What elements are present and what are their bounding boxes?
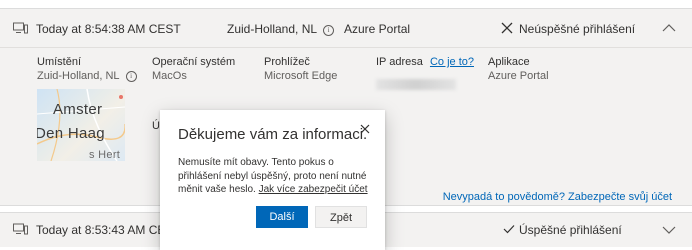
activity-status: Neúspěšné přihlášení <box>519 22 636 36</box>
back-button[interactable]: Zpět <box>315 206 367 228</box>
activity-app: Azure Portal <box>344 22 411 36</box>
dialog-title: Děkujeme vám za informaci. <box>178 126 368 143</box>
info-icon[interactable]: i <box>125 71 137 82</box>
ip-label: IP adresa Co je to? <box>376 56 474 68</box>
os-value: MacOs <box>152 70 187 82</box>
browser-label: Prohlížeč <box>264 56 310 68</box>
info-icon[interactable]: i <box>323 25 335 36</box>
close-icon[interactable] <box>358 122 372 136</box>
location-map[interactable]: Amster Den Haag s Hert <box>37 89 125 161</box>
browser-value: Microsoft Edge <box>264 70 338 82</box>
check-icon <box>503 225 515 234</box>
os-label: Operační systém <box>152 56 236 68</box>
device-icon <box>13 223 28 235</box>
chevron-down-icon[interactable] <box>662 225 676 235</box>
activity-location-text: Zuid-Holland, NL <box>227 22 318 36</box>
ip-address-redacted <box>376 79 456 90</box>
ip-label-text: IP adresa <box>376 56 423 68</box>
chevron-up-icon[interactable] <box>662 23 676 33</box>
secure-account-link[interactable]: Nevypadá to povědomě? Zabezpečte svůj úč… <box>443 191 672 203</box>
location-value: Zuid-Holland, NL i <box>37 70 137 82</box>
app-label: Aplikace <box>488 56 530 68</box>
device-icon <box>13 22 28 34</box>
secure-account-help-link[interactable]: Jak více zabezpečit účet <box>259 184 368 195</box>
app-value: Azure Portal <box>488 70 549 82</box>
x-icon <box>501 22 513 34</box>
activity-header[interactable]: Today at 8:54:38 AM CEST Zuid-Holland, N… <box>0 9 692 48</box>
map-label-den-haag: Den Haag <box>37 125 105 142</box>
location-label: Umístění <box>37 56 82 68</box>
thank-you-dialog: Děkujeme vám za informaci. Nemusíte mít … <box>160 110 385 250</box>
map-label-s-hert: s Hert <box>89 149 121 161</box>
ip-help-link[interactable]: Co je to? <box>430 56 474 68</box>
next-button[interactable]: Další <box>256 206 308 228</box>
dialog-body: Nemusíte mít obavy. Tento pokus o přihlá… <box>178 156 374 197</box>
activity-status: Úspěšné přihlášení <box>519 223 622 237</box>
activity-location: Zuid-Holland, NL i <box>227 22 335 36</box>
activity-timestamp: Today at 8:54:38 AM CEST <box>36 22 181 36</box>
location-value-text: Zuid-Holland, NL <box>37 70 120 82</box>
map-label-amsterdam: Amster <box>53 101 103 118</box>
